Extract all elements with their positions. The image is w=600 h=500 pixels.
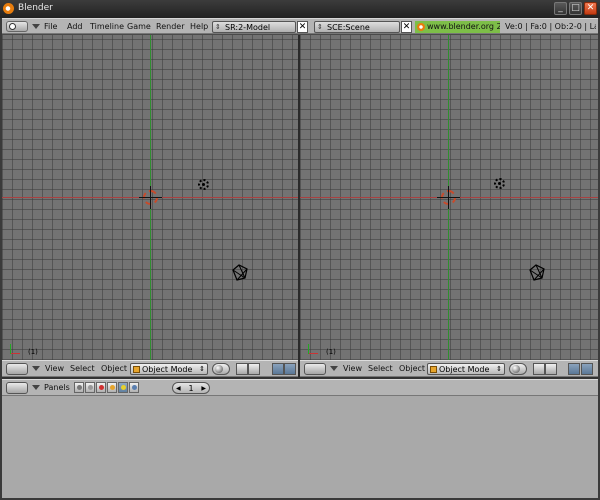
logic-context-button[interactable] xyxy=(74,382,84,393)
3d-viewport-left[interactable]: (1) xyxy=(2,35,298,360)
scene-name: SCE:Scene xyxy=(327,23,370,32)
menu-file[interactable]: File xyxy=(44,19,57,34)
camera-icon[interactable] xyxy=(527,264,547,282)
window-type-button[interactable] xyxy=(6,363,28,375)
manipulator-translate-button[interactable] xyxy=(272,363,284,375)
3d-cursor-icon[interactable] xyxy=(437,186,460,209)
url-text: www.blender.org 249 xyxy=(427,22,500,31)
minimize-button[interactable]: _ xyxy=(554,2,567,15)
collapse-menu-triangle-icon[interactable] xyxy=(32,366,40,371)
title-bar: Blender _ □ ✕ xyxy=(0,0,600,18)
3d-viewport-right[interactable]: (1) xyxy=(300,35,598,360)
maximize-button[interactable]: □ xyxy=(569,2,582,15)
current-frame-field[interactable]: ◀ 1 ▶ xyxy=(172,382,210,394)
collapse-menu-triangle-icon[interactable] xyxy=(32,385,40,390)
mode-label: Object Mode xyxy=(439,365,490,374)
decrement-arrow-icon[interactable]: ◀ xyxy=(176,383,181,394)
manipulator-rotate-button[interactable] xyxy=(284,363,296,375)
delete-screen-button[interactable]: ✕ xyxy=(297,21,308,33)
editing-context-button[interactable] xyxy=(118,382,128,393)
info-header: File Add Timeline Game Render Help ⇕ SR:… xyxy=(2,18,598,34)
screen-name: SR:2-Model xyxy=(225,23,271,32)
object-mode-dropdown[interactable]: Object Mode ⇕ xyxy=(130,363,208,375)
object-mode-icon xyxy=(430,366,437,373)
window-border-left xyxy=(0,18,2,500)
selector-arrow-icon: ⇕ xyxy=(317,23,323,31)
blender-org-link[interactable]: www.blender.org 249 xyxy=(415,21,500,33)
menu-help[interactable]: Help xyxy=(190,19,208,34)
shading-context-button[interactable] xyxy=(96,382,106,393)
window-type-button[interactable] xyxy=(6,382,28,394)
window-type-button[interactable] xyxy=(6,21,28,32)
manipulator-rotate-button[interactable] xyxy=(581,363,593,375)
dropdown-arrow-icon: ⇕ xyxy=(199,365,205,373)
menu-add[interactable]: Add xyxy=(67,19,83,34)
object-context-button[interactable] xyxy=(107,382,117,393)
close-button[interactable]: ✕ xyxy=(584,2,597,15)
viewport-header-right: View Select Object Object Mode ⇕ xyxy=(300,360,598,377)
menu-render[interactable]: Render xyxy=(156,19,184,34)
frame-number-label: (1) xyxy=(326,348,336,356)
menu-select[interactable]: Select xyxy=(368,364,393,373)
object-mode-icon xyxy=(133,366,140,373)
increment-arrow-icon[interactable]: ▶ xyxy=(201,383,206,394)
camera-icon[interactable] xyxy=(230,264,250,282)
object-mode-dropdown[interactable]: Object Mode ⇕ xyxy=(427,363,505,375)
selector-arrow-icon: ⇕ xyxy=(215,23,221,31)
menu-select[interactable]: Select xyxy=(70,364,95,373)
delete-scene-button[interactable]: ✕ xyxy=(401,21,412,33)
info-icon xyxy=(9,23,16,30)
widget-toggle-button[interactable] xyxy=(545,363,557,375)
scene-context-button[interactable] xyxy=(129,382,139,393)
window-type-button[interactable] xyxy=(304,363,326,375)
draw-type-button[interactable] xyxy=(509,363,527,375)
menu-view[interactable]: View xyxy=(343,364,362,373)
blender-logo-icon xyxy=(417,23,425,31)
scene-selector[interactable]: ⇕ SCE:Scene xyxy=(314,21,400,33)
menu-game[interactable]: Game xyxy=(127,19,151,34)
viewport-header-left: View Select Object Object Mode ⇕ xyxy=(2,360,298,377)
pivot-button[interactable] xyxy=(533,363,545,375)
frame-number-label: (1) xyxy=(28,348,38,356)
menu-object[interactable]: Object xyxy=(399,364,425,373)
view-axes-gizmo-icon xyxy=(8,342,20,354)
screen-selector[interactable]: ⇕ SR:2-Model xyxy=(212,21,296,33)
pivot-button[interactable] xyxy=(236,363,248,375)
collapse-menu-triangle-icon[interactable] xyxy=(32,24,40,29)
manipulator-translate-button[interactable] xyxy=(568,363,580,375)
3d-cursor-icon[interactable] xyxy=(139,186,162,209)
collapse-menu-triangle-icon[interactable] xyxy=(330,366,338,371)
view-axes-gizmo-icon xyxy=(306,342,318,354)
scene-stats: Ve:0 | Fa:0 | Ob:2-0 | La: xyxy=(505,22,596,31)
lamp-icon[interactable] xyxy=(198,179,209,190)
dropdown-arrow-icon: ⇕ xyxy=(496,365,502,373)
menu-panels[interactable]: Panels xyxy=(44,383,70,392)
frame-value: 1 xyxy=(188,384,194,393)
buttons-window[interactable]: Panels ◀ 1 ▶ xyxy=(2,377,598,498)
menu-view[interactable]: View xyxy=(45,364,64,373)
menu-object[interactable]: Object xyxy=(101,364,127,373)
draw-type-button[interactable] xyxy=(212,363,230,375)
script-context-button[interactable] xyxy=(85,382,95,393)
buttons-window-header: Panels ◀ 1 ▶ xyxy=(2,379,598,396)
blender-logo-icon xyxy=(3,3,14,14)
widget-toggle-button[interactable] xyxy=(248,363,260,375)
lamp-icon[interactable] xyxy=(494,178,505,189)
menu-timeline[interactable]: Timeline xyxy=(90,19,124,34)
window-title: Blender xyxy=(18,3,53,13)
mode-label: Object Mode xyxy=(142,365,193,374)
